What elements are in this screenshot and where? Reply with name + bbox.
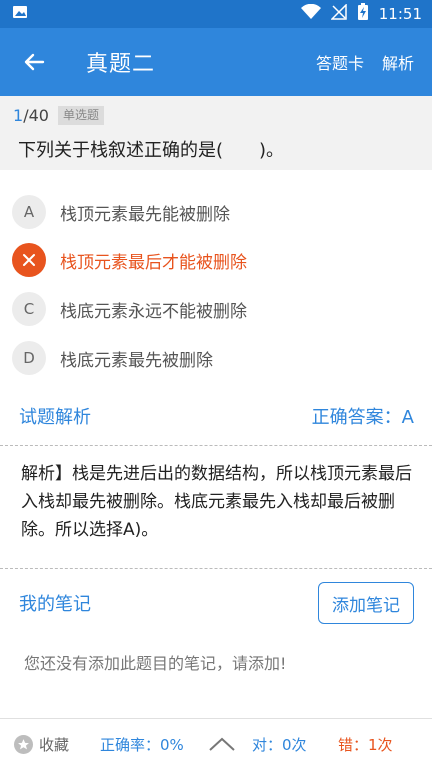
question-text: 下列关于栈叙述正确的是( )。	[18, 140, 285, 161]
status-time: 11:51	[378, 5, 422, 23]
favorite-label: 收藏	[39, 735, 70, 754]
notes-empty-text: 您还没有添加此题目的笔记，请添加!	[24, 654, 287, 673]
option-letter: C	[12, 292, 46, 326]
wrong-count: 错：1次	[338, 735, 393, 754]
option-text: 栈顶元素最先能被删除	[60, 204, 230, 225]
analysis-text: 解析】栈是先进后出的数据结构，所以栈顶元素最后入栈却最先被删除。栈底元素最先入栈…	[21, 464, 412, 540]
option-text: 栈底元素最先被删除	[60, 350, 213, 371]
accuracy-rate: 正确率：0%	[100, 735, 184, 754]
option-text: 栈底元素永远不能被删除	[60, 301, 247, 322]
back-button[interactable]	[0, 28, 68, 96]
correct-answer: 正确答案：A	[311, 407, 414, 428]
favorite-button[interactable]: 收藏	[14, 719, 69, 768]
analysis-button[interactable]: 解析	[382, 50, 414, 74]
analysis-header: 试题解析 正确答案：A	[0, 396, 432, 436]
chevron-up-icon	[209, 737, 235, 751]
option-d[interactable]: D 栈底元素最先被删除	[12, 338, 412, 378]
analysis-title: 试题解析	[19, 407, 91, 428]
option-c[interactable]: C 栈底元素永远不能被删除	[12, 289, 412, 329]
notes-title: 我的笔记	[19, 594, 91, 615]
option-b[interactable]: 栈顶元素最后才能被删除	[12, 240, 412, 280]
option-letter: D	[12, 341, 46, 375]
question-total: /40	[23, 106, 49, 125]
star-icon	[14, 734, 33, 754]
wifi-icon	[300, 3, 321, 24]
page-title: 真题二	[86, 52, 156, 77]
add-note-button[interactable]: 添加笔记	[318, 582, 414, 624]
option-letter: A	[12, 195, 46, 229]
status-bar: 11:51	[0, 0, 432, 28]
arrow-left-icon	[24, 53, 45, 71]
expand-button[interactable]	[208, 719, 236, 768]
image-icon	[12, 4, 28, 24]
bottom-bar: 收藏 正确率：0% 对：0次 错：1次	[0, 718, 432, 768]
divider	[0, 568, 432, 569]
question-progress: 1/40	[13, 106, 49, 125]
wrong-x-icon	[12, 243, 46, 277]
divider	[0, 445, 432, 446]
correct-count: 对：0次	[252, 735, 307, 754]
no-signal-icon	[329, 3, 347, 24]
option-a[interactable]: A 栈顶元素最先能被删除	[12, 192, 412, 232]
answer-card-button[interactable]: 答题卡	[316, 50, 364, 74]
question-current: 1	[13, 106, 24, 125]
question-type-badge: 单选题	[58, 106, 105, 125]
battery-charging-icon	[357, 3, 369, 25]
app-bar: 真题二 答题卡 解析	[0, 28, 432, 96]
option-text: 栈顶元素最后才能被删除	[60, 252, 247, 273]
